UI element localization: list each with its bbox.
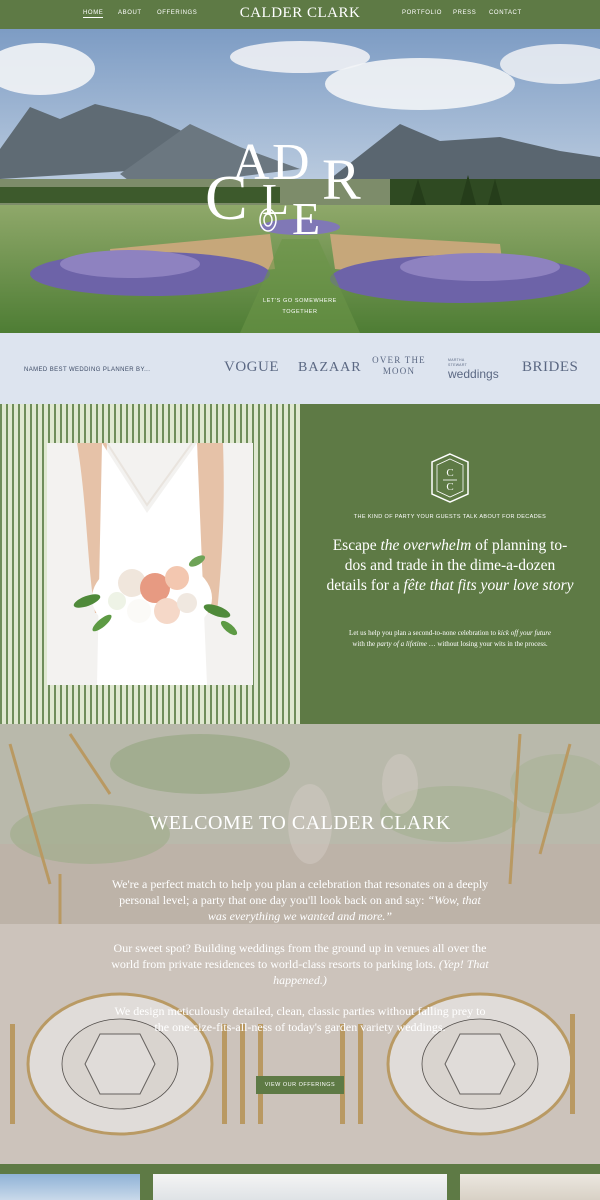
martha-stewart-weddings-logo: MARTHA STEWART weddings <box>448 358 502 380</box>
intro-headline: Escape the overwhelm of planning to-dos … <box>326 536 574 596</box>
top-nav: HOME ABOUT OFFERINGS CALDER CLARK PORTFO… <box>0 0 600 29</box>
hero-tagline: LET'S GO SOMEWHERE TOGETHER <box>258 296 342 318</box>
intro-body: Let us help you plan a second-to-none ce… <box>342 628 558 650</box>
press-bar: NAMED BEST WEDDING PLANNER BY... VOGUE B… <box>0 333 600 404</box>
over-the-moon-logo: OVER THE MOON <box>370 355 428 377</box>
intro-headline-italic1: the overwhelm <box>380 537 472 554</box>
svg-text:R: R <box>322 147 361 212</box>
vogue-logo: VOGUE <box>224 359 279 375</box>
nav-about-link[interactable]: ABOUT <box>118 10 142 16</box>
nav-home-link[interactable]: HOME <box>83 10 104 18</box>
nav-contact-link[interactable]: CONTACT <box>489 10 522 16</box>
svg-text:C: C <box>446 467 453 479</box>
svg-text:E: E <box>292 193 320 244</box>
welcome-paragraph-2: Our sweet spot? Building weddings from t… <box>110 940 490 988</box>
gallery-thumb-3[interactable] <box>460 1174 600 1200</box>
welcome-paragraph-1: We're a perfect match to help you plan a… <box>110 876 490 924</box>
bride-bouquet-photo <box>47 443 253 685</box>
intro-headline-italic2: fête that fits your love story <box>403 577 574 594</box>
brides-logo: BRIDES <box>522 359 579 375</box>
nav-offerings-link[interactable]: OFFERINGS <box>157 10 197 16</box>
gallery-thumb-1[interactable] <box>0 1174 140 1200</box>
moon-logo-line2: MOON <box>382 366 416 376</box>
hero-tagline-line1: LET'S GO SOMEWHERE <box>263 298 337 304</box>
intro-headline-part1: Escape <box>332 537 381 554</box>
intro-tagline: THE KIND OF PARTY YOUR GUESTS TALK ABOUT… <box>353 514 547 520</box>
welcome-p2-text: Our sweet spot? Building weddings from t… <box>111 941 487 971</box>
intro-body-italic1: kick off your future <box>497 629 551 637</box>
welcome-paragraph-3: We design meticulously detailed, clean, … <box>114 1004 486 1034</box>
bazaar-logo: BAZAAR <box>298 360 362 375</box>
intro-body-italic2: party of a lifetime <box>376 640 427 648</box>
svg-text:C: C <box>446 481 453 493</box>
intro-body-part1: Let us help you plan a second-to-none ce… <box>349 629 498 637</box>
calder-clark-crest-icon: C C <box>431 453 469 503</box>
hero-tagline-line2: TOGETHER <box>282 309 318 315</box>
press-label: NAMED BEST WEDDING PLANNER BY... <box>24 367 151 373</box>
weddings-logo-word: weddings <box>448 367 499 381</box>
welcome-title: WELCOME TO CALDER CLARK <box>149 812 451 834</box>
hero-image: C A D L E R <box>0 29 600 333</box>
nav-press-link[interactable]: PRESS <box>453 10 476 16</box>
moon-logo-line1: OVER THE <box>372 355 426 365</box>
intro-body-part3: … without losing your wits in the proces… <box>426 640 548 648</box>
intro-body-part2: with the <box>352 640 377 648</box>
hero-section: C A D L E R LET'S GO SOMEWHERE TOGETHER <box>0 29 600 333</box>
view-offerings-button[interactable]: VIEW OUR OFFERINGS <box>256 1076 344 1094</box>
nav-portfolio-link[interactable]: PORTFOLIO <box>402 10 442 16</box>
gallery-thumb-2[interactable] <box>153 1174 447 1200</box>
